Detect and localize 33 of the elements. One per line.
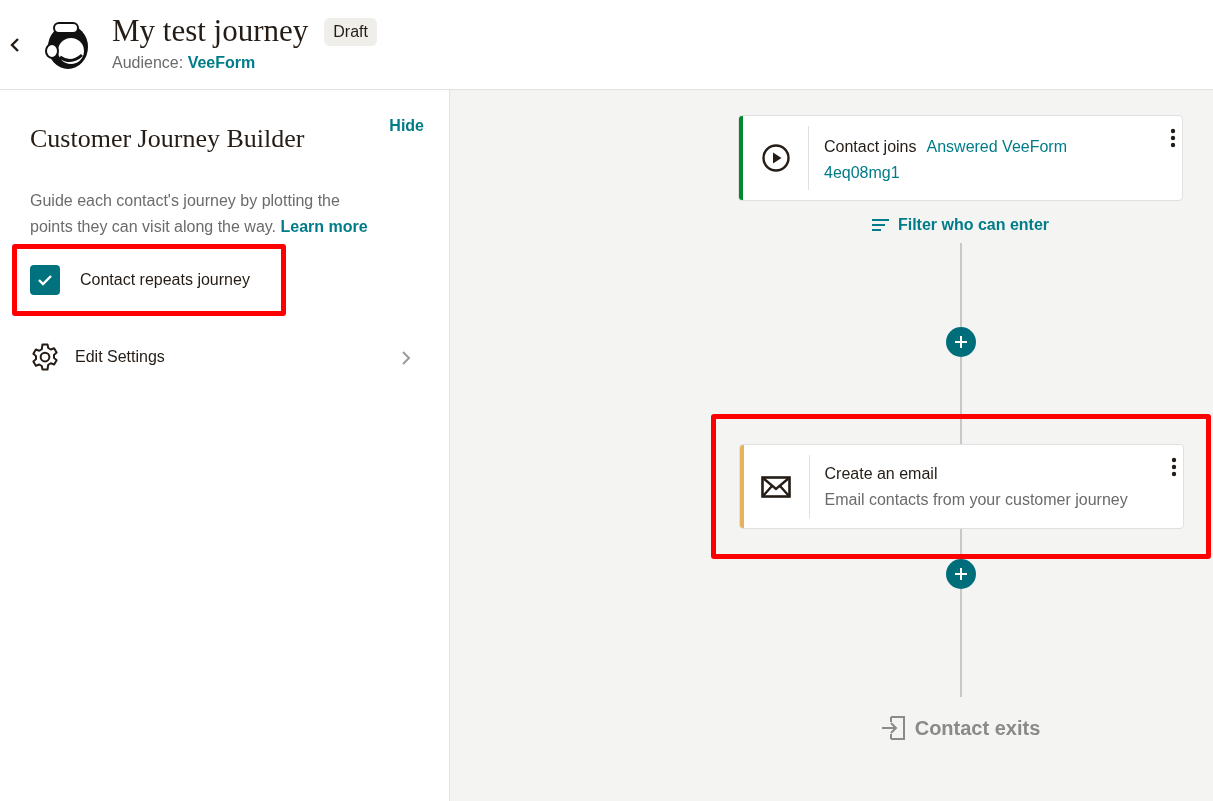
envelope-icon xyxy=(761,475,791,498)
plus-icon xyxy=(953,567,968,581)
audience-label: Audience: xyxy=(112,53,184,71)
repeat-checkbox[interactable] xyxy=(30,265,60,295)
exit-icon xyxy=(880,715,907,741)
add-step-button[interactable] xyxy=(945,559,976,589)
play-icon xyxy=(760,143,791,173)
builder-title: Customer Journey Builder xyxy=(30,123,305,155)
form-id-link[interactable]: 4eq08mg1 xyxy=(824,160,900,186)
trigger-title: Contact joins xyxy=(824,138,917,155)
chevron-right-icon xyxy=(401,349,411,366)
filter-link[interactable]: Filter who can enter xyxy=(871,213,1050,237)
checkmark-icon xyxy=(37,274,53,286)
step-description: Email contacts from your customer journey xyxy=(824,490,1129,510)
status-badge: Draft xyxy=(324,17,377,46)
action-card[interactable]: Create an email Email contacts from your customer journey xyxy=(738,444,1184,529)
settings-icon xyxy=(30,342,60,372)
more-options-icon[interactable] xyxy=(1170,128,1176,148)
trigger-card[interactable]: Contact joins Answered VeeForm 4eq08mg1 xyxy=(738,115,1183,201)
more-options-icon[interactable] xyxy=(1170,457,1177,477)
filter-icon xyxy=(871,219,890,231)
form-link[interactable]: Answered VeeForm xyxy=(926,138,1067,155)
journey-title: My test journey xyxy=(112,14,309,49)
audience-link[interactable]: VeeForm xyxy=(187,53,256,71)
learn-more-link[interactable]: Learn more xyxy=(280,218,368,235)
hide-link[interactable]: Hide xyxy=(389,114,424,138)
edit-settings-item[interactable]: Edit Settings xyxy=(30,342,421,372)
repeat-label: Contact repeats journey xyxy=(80,270,250,290)
plus-icon xyxy=(953,335,968,349)
step-title: Create an email xyxy=(824,464,939,484)
description-text: Guide each contact's journey by plotting the points they can visit along the way. Learn more xyxy=(30,191,369,237)
add-step-button[interactable] xyxy=(945,327,976,357)
exit-label: Contact exits xyxy=(880,713,1041,743)
